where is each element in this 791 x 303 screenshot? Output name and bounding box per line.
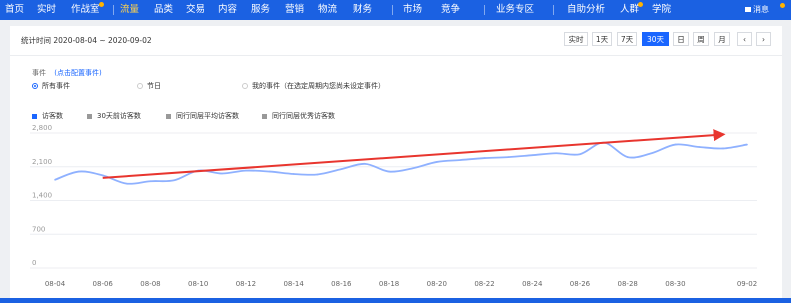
x-tick-label: 08-30 [665,280,685,288]
visitors-data-point [507,156,510,158]
visitors-data-point [412,167,414,169]
x-tick-label: 08-24 [522,280,543,288]
visitors-data-point [292,173,295,175]
visitors-data-point [435,161,438,163]
visitors-data-point [483,157,486,159]
visitors-data-point [388,170,390,173]
visitors-data-point [245,169,247,172]
visitors-data-point [531,154,534,156]
x-tick-label: 08-10 [188,280,208,288]
x-tick-label: 08-16 [331,280,352,288]
visitors-data-point [101,174,104,177]
visitors-data-point [555,152,557,155]
visitors-data-point [54,178,56,181]
bottom-bar [0,298,791,303]
visitors-data-point [698,146,701,148]
x-tick-label: 08-20 [427,280,447,288]
x-tick-label: 08-04 [45,280,66,288]
visitors-data-point [268,170,271,173]
visitors-data-point [459,159,462,161]
visitors-data-point [650,152,653,155]
visitors-data-point [221,172,223,175]
visitors-data-point [674,143,677,146]
y-tick-label: 2,800 [32,124,52,132]
visitors-data-point [149,180,152,183]
x-tick-label: 08-08 [140,280,160,288]
y-tick-label: 1,400 [32,192,52,200]
x-tick-label: 08-14 [283,280,304,288]
x-tick-label: 08-26 [570,280,591,288]
x-tick-label: 08-18 [379,280,399,288]
visitors-data-point [579,153,581,156]
x-tick-label: 08-12 [236,280,256,288]
visitors-data-point [746,143,748,146]
trend-arrow-annotation [102,129,726,179]
visitors-data-point [340,168,343,170]
visitors-data-point [125,182,128,185]
y-tick-label: 700 [32,225,45,233]
visitors-data-point [626,156,629,158]
y-tick-label: 0 [32,259,36,267]
visitors-series-line [54,141,748,185]
visitors-data-point [722,147,724,150]
x-tick-label: 08-06 [93,280,114,288]
visitors-data-point [364,163,367,165]
x-tick-label: 08-28 [618,280,638,288]
x-tick-label: 08-22 [474,280,494,288]
visitors-line-chart: 0 700 1,400 2,100 2,800 08-04 08-06 08-08 08-10 0… [30,124,757,288]
visitors-data-point [78,170,80,173]
visitors-data-point [173,179,176,182]
x-tick-label: 09-02 [737,280,757,288]
visitors-data-point [316,173,319,176]
y-tick-label: 2,100 [32,158,52,166]
